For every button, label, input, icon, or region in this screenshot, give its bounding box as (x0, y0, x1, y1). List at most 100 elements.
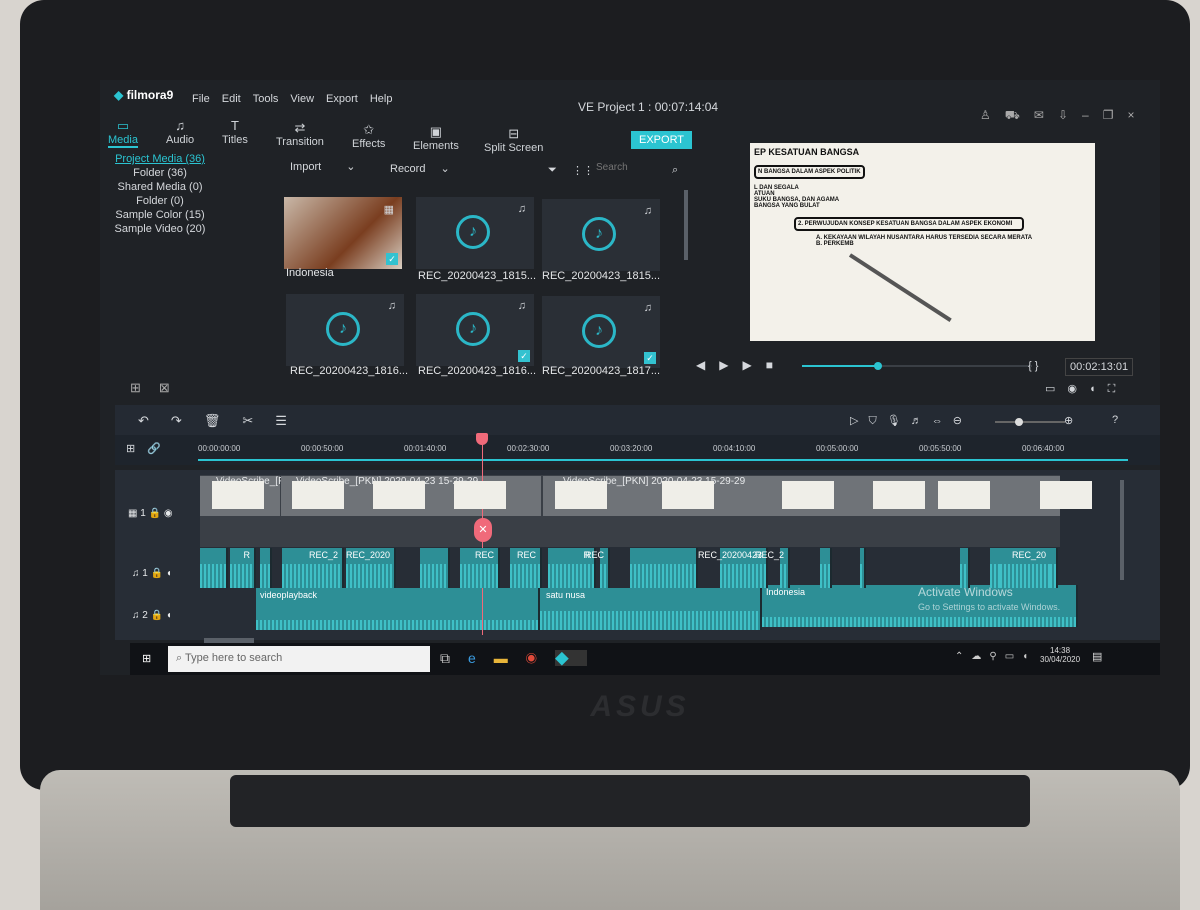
audio-clip[interactable] (200, 548, 228, 588)
sidebar-shared-media[interactable]: Shared Media (0) (110, 180, 210, 194)
render-preview-icon[interactable]: ▷ (850, 415, 868, 427)
sidebar-project-media[interactable]: Project Media (36) (110, 152, 210, 166)
menu-file[interactable]: File (192, 93, 210, 105)
audio-clip[interactable]: videoplayback (256, 588, 540, 630)
render-icon[interactable]: ▭ (1045, 383, 1067, 395)
media-item-audio[interactable]: ♪ ♫ ✓ (542, 296, 660, 368)
menu-edit[interactable]: Edit (222, 93, 241, 105)
link-icon[interactable]: 🔗 (147, 443, 173, 455)
media-scrollbar[interactable] (684, 190, 688, 260)
playhead-handle[interactable] (476, 433, 488, 445)
split-marker-icon[interactable]: ✕ (474, 518, 492, 542)
filter-icon[interactable]: ⏷ (548, 164, 557, 177)
audio-clip[interactable]: REC_2020 (346, 548, 396, 588)
microphone-icon[interactable]: 🎙 (887, 415, 911, 427)
volume-icon[interactable]: ◖ (1089, 383, 1108, 395)
fullscreen-icon[interactable]: ⛶ (1108, 383, 1128, 395)
adjust-icon[interactable]: ☰ (275, 413, 309, 428)
stop-icon[interactable]: ■ (766, 358, 787, 372)
zoom-out-icon[interactable]: ⊖ (953, 415, 972, 427)
audio-clip[interactable] (260, 548, 272, 588)
export-button[interactable]: EXPORT (631, 131, 693, 149)
help-icon[interactable]: ? (1112, 414, 1118, 426)
media-item-audio[interactable]: ♪ ♫ (416, 197, 534, 269)
new-folder-icon[interactable]: ⊞ (130, 380, 159, 395)
tab-transition[interactable]: ⇄ Transition (276, 120, 324, 148)
menu-export[interactable]: Export (326, 93, 358, 105)
taskbar-search-box[interactable]: ⌕ Type here to search (168, 646, 430, 672)
menu-tools[interactable]: Tools (253, 93, 279, 105)
audio-clip[interactable] (860, 548, 866, 588)
fit-icon[interactable]: ⇔ (932, 415, 953, 427)
audio-clip[interactable] (1050, 548, 1058, 588)
zoom-slider[interactable] (995, 418, 1065, 426)
eye-icon[interactable]: ◉ (164, 508, 173, 519)
next-frame-icon[interactable]: ▶ (719, 358, 742, 372)
windows-start-icon[interactable]: ⊞ (142, 652, 151, 665)
account-icon[interactable]: ♙ (980, 108, 1005, 122)
volume-icon[interactable]: ◖ (1022, 651, 1036, 662)
audio-clip[interactable]: REC_2 (282, 548, 344, 588)
network-icon[interactable]: ⚲ (989, 651, 1004, 662)
undo-icon[interactable]: ↶ (138, 413, 171, 428)
sidebar-folder-shared[interactable]: Folder (0) (110, 194, 210, 208)
chevron-up-icon[interactable]: ⌃ (955, 651, 971, 662)
media-item-indonesia[interactable]: ▦ ✓ (284, 197, 402, 269)
filmora-taskbar-icon[interactable]: ◆ (554, 650, 587, 666)
notifications-icon[interactable]: ▤ (1092, 650, 1102, 663)
grid-view-icon[interactable]: ⋮⋮ (572, 164, 594, 177)
cut-icon[interactable]: ✂ (242, 413, 275, 428)
tab-effects[interactable]: ✩ Effects (352, 122, 385, 150)
playback-slider[interactable] (802, 362, 1032, 370)
speaker-icon[interactable]: ◖ (166, 568, 172, 579)
sidebar-sample-color[interactable]: Sample Color (15) (110, 208, 210, 222)
zoom-in-icon[interactable]: ⊕ (1064, 414, 1073, 427)
marker-icon[interactable]: ⛉ (868, 415, 886, 427)
lock-icon[interactable]: 🔒 (151, 568, 163, 579)
minimize-icon[interactable]: – (1082, 108, 1103, 122)
audio-clip[interactable]: satu nusa (540, 588, 762, 630)
audio-clip[interactable]: REC (510, 548, 542, 588)
audio-clip[interactable]: R (230, 548, 256, 588)
mail-icon[interactable]: ✉ (1034, 108, 1058, 122)
taskbar-clock[interactable]: 14:38 30/04/2020 (1040, 646, 1080, 664)
file-explorer-icon[interactable]: ▬ (494, 650, 526, 666)
close-icon[interactable]: × (1127, 108, 1148, 122)
speaker-icon[interactable]: ◖ (166, 610, 172, 621)
audio-clip[interactable] (630, 548, 698, 588)
audio-clip[interactable]: REC_20 (1000, 548, 1052, 588)
tab-elements[interactable]: ▣ Elements (413, 124, 459, 152)
audio-clip[interactable] (820, 548, 832, 588)
chrome-icon[interactable]: ◉ (526, 650, 555, 666)
voiceover-icon[interactable]: ♬ (911, 415, 932, 427)
menu-view[interactable]: View (290, 93, 314, 105)
tab-split-screen[interactable]: ⊟ Split Screen (484, 126, 543, 154)
lock-icon[interactable]: 🔒 (151, 610, 163, 621)
redo-icon[interactable]: ↷ (171, 413, 204, 428)
media-item-audio[interactable]: ♪ ♫ ✓ (416, 294, 534, 366)
menu-help[interactable]: Help (370, 93, 393, 105)
audio-clip[interactable] (960, 548, 970, 588)
previous-frame-icon[interactable]: ◀ (696, 358, 719, 372)
record-dropdown[interactable]: Record ⌄ (390, 162, 450, 175)
media-item-audio[interactable]: ♪ ♫ (286, 294, 404, 366)
add-track-icon[interactable]: ⊞ (126, 443, 147, 455)
delete-folder-icon[interactable]: ⊠ (159, 380, 188, 395)
audio-clip[interactable] (420, 548, 450, 588)
delete-icon[interactable]: 🗑 (204, 413, 243, 428)
media-item-audio[interactable]: ♪ ♫ (542, 199, 660, 271)
timeline-vertical-scrollbar[interactable] (1120, 480, 1124, 580)
cloud-icon[interactable]: ☁ (971, 651, 989, 662)
edge-icon[interactable]: e (468, 650, 494, 666)
cart-icon[interactable]: ⛟ (1005, 108, 1034, 122)
sidebar-sample-video[interactable]: Sample Video (20) (110, 222, 210, 236)
task-view-icon[interactable]: ⧉ (440, 650, 468, 666)
import-dropdown[interactable]: Import ⌄ (290, 160, 355, 173)
search-icon[interactable]: ⌕ (672, 164, 678, 177)
mark-in-out-icon[interactable]: { } (1028, 360, 1038, 372)
audio-clip[interactable]: REC (585, 548, 610, 588)
audio-clip[interactable]: REC_2 (755, 548, 790, 588)
audio-clip[interactable]: REC (460, 548, 500, 588)
tab-media[interactable]: ▭ Media (108, 118, 138, 148)
tab-audio[interactable]: ♫ Audio (166, 118, 194, 146)
